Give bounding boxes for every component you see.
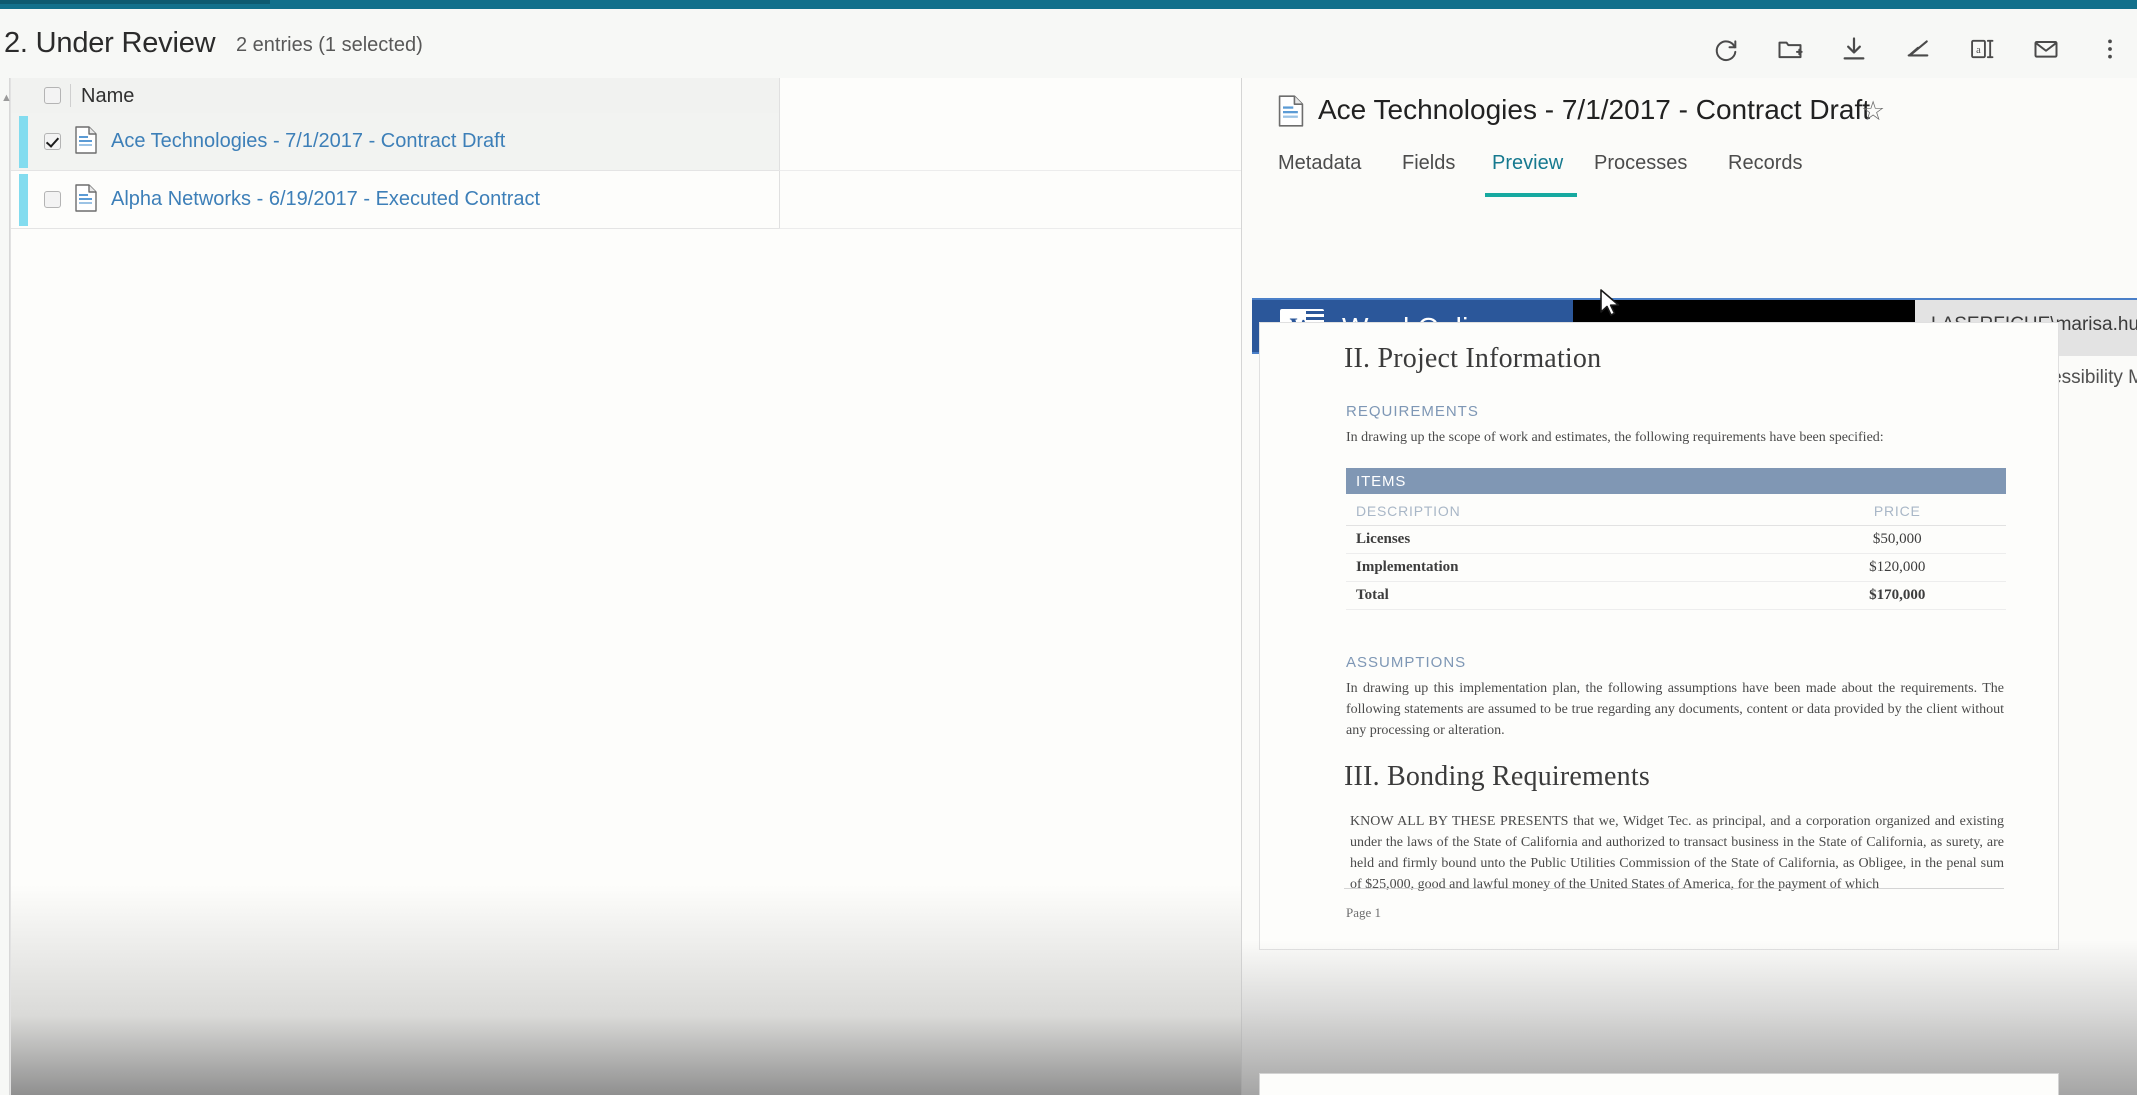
entry-list-panel: Name Ace Technologies - 7/1/2017 - Contr… bbox=[10, 78, 1241, 1095]
items-table-header-row: DESCRIPTION PRICE bbox=[1346, 496, 2006, 526]
tab-preview[interactable]: Preview bbox=[1492, 149, 1563, 197]
list-header-spacer bbox=[779, 78, 1241, 114]
tab-metadata[interactable]: Metadata bbox=[1278, 149, 1361, 197]
entries-count-label: 2 entries (1 selected) bbox=[236, 34, 423, 57]
tab-records[interactable]: Records bbox=[1728, 149, 1802, 197]
email-icon[interactable] bbox=[2025, 28, 2067, 70]
document-content: II. Project Information REQUIREMENTS In … bbox=[1344, 343, 2004, 899]
annotate-icon[interactable] bbox=[1897, 28, 1939, 70]
list-item-label[interactable]: Alpha Networks - 6/19/2017 - Executed Co… bbox=[111, 184, 540, 214]
refresh-icon[interactable] bbox=[1705, 28, 1747, 70]
document-icon bbox=[75, 126, 97, 154]
list-item[interactable]: Alpha Networks - 6/19/2017 - Executed Co… bbox=[11, 171, 779, 229]
header-toolbar: a bbox=[1705, 23, 2131, 75]
details-tabs: Metadata Fields Preview Processes Record… bbox=[1242, 141, 2137, 198]
tab-fields[interactable]: Fields bbox=[1402, 149, 1455, 197]
new-folder-icon[interactable] bbox=[1769, 28, 1811, 70]
bonding-text: KNOW ALL BY THESE PRESENTS that we, Widg… bbox=[1350, 811, 2004, 895]
table-row: Licenses $50,000 bbox=[1346, 526, 2006, 554]
details-title: Ace Technologies - 7/1/2017 - Contract D… bbox=[1318, 92, 1870, 128]
row-checkbox[interactable] bbox=[44, 133, 61, 155]
document-preview-page-next[interactable] bbox=[1259, 1073, 2059, 1095]
document-icon bbox=[1278, 95, 1304, 132]
row-checkbox[interactable] bbox=[44, 191, 61, 213]
list-item-row-spacer bbox=[779, 171, 1241, 229]
document-icon bbox=[75, 184, 97, 212]
requirements-label: REQUIREMENTS bbox=[1346, 403, 2004, 420]
item-price: $50,000 bbox=[1789, 526, 2006, 554]
tab-processes[interactable]: Processes bbox=[1594, 149, 1687, 197]
top-accent-bar-dark-segment bbox=[0, 0, 270, 4]
top-accent-bar bbox=[0, 0, 2137, 9]
list-item-row-spacer bbox=[779, 113, 1241, 171]
page-header: 2. Under Review 2 entries (1 selected) bbox=[0, 9, 2137, 78]
list-bottom-fade bbox=[11, 885, 1241, 1095]
item-description: Licenses bbox=[1346, 526, 1789, 554]
page-number-label: Page 1 bbox=[1346, 905, 1381, 921]
assumptions-text: In drawing up this implementation plan, … bbox=[1346, 678, 2004, 741]
column-header-name[interactable]: Name bbox=[81, 85, 134, 108]
app-window: 2. Under Review 2 entries (1 selected) bbox=[0, 0, 2137, 1095]
document-preview-page[interactable]: II. Project Information REQUIREMENTS In … bbox=[1259, 322, 2059, 950]
rename-icon[interactable]: a bbox=[1961, 28, 2003, 70]
column-header-description: DESCRIPTION bbox=[1346, 496, 1789, 526]
download-icon[interactable] bbox=[1833, 28, 1875, 70]
row-accent-bar bbox=[19, 174, 28, 226]
assumptions-label: ASSUMPTIONS bbox=[1346, 654, 2004, 671]
items-table-banner: ITEMS bbox=[1346, 468, 2006, 494]
list-item-label[interactable]: Ace Technologies - 7/1/2017 - Contract D… bbox=[111, 126, 505, 156]
document-heading-2: II. Project Information bbox=[1344, 343, 2004, 375]
row-accent-bar bbox=[19, 116, 28, 168]
requirements-text: In drawing up the scope of work and esti… bbox=[1346, 427, 2004, 448]
item-description: Implementation bbox=[1346, 554, 1789, 582]
page-footer-rule bbox=[1344, 888, 2004, 889]
document-heading-3: III. Bonding Requirements bbox=[1344, 761, 2004, 793]
item-price: $170,000 bbox=[1789, 582, 2006, 610]
left-rail: ▲ bbox=[0, 78, 10, 1095]
table-row: Total $170,000 bbox=[1346, 582, 2006, 610]
details-title-row: Ace Technologies - 7/1/2017 - Contract D… bbox=[1242, 78, 2137, 141]
select-all-checkbox[interactable] bbox=[44, 87, 61, 109]
more-options-icon[interactable] bbox=[2089, 28, 2131, 70]
items-table: ITEMS DESCRIPTION PRICE Licenses $50,000 bbox=[1346, 468, 2006, 610]
column-header-price: PRICE bbox=[1789, 496, 2006, 526]
item-price: $120,000 bbox=[1789, 554, 2006, 582]
svg-text:a: a bbox=[1976, 45, 1981, 56]
list-header: Name bbox=[11, 78, 779, 114]
favorite-star-icon[interactable]: ☆ bbox=[1861, 97, 1885, 125]
list-item[interactable]: Ace Technologies - 7/1/2017 - Contract D… bbox=[11, 113, 779, 171]
header-divider bbox=[70, 84, 71, 107]
item-description: Total bbox=[1346, 582, 1789, 610]
table-row: Implementation $120,000 bbox=[1346, 554, 2006, 582]
page-title: 2. Under Review bbox=[4, 27, 215, 60]
